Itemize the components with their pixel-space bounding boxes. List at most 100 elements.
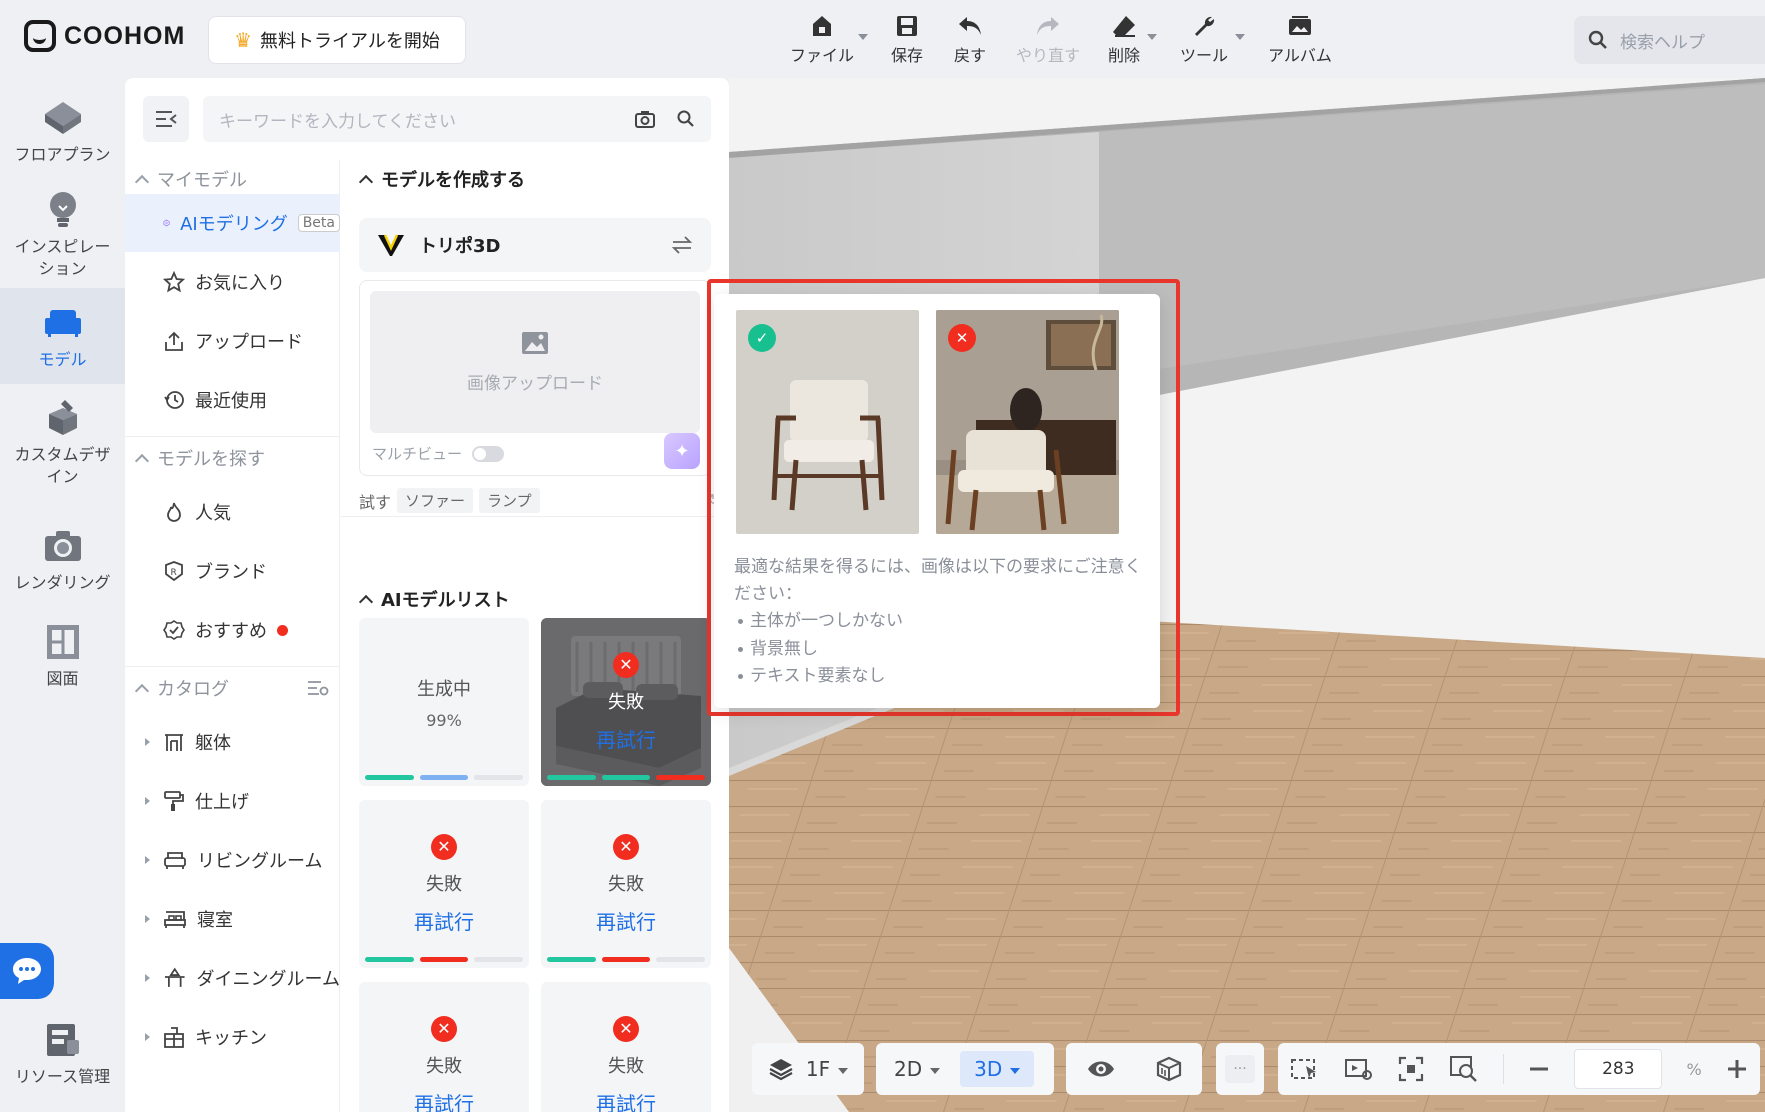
- mode-3d-button[interactable]: 3D: [960, 1051, 1035, 1087]
- retry-link[interactable]: 再試行: [596, 906, 656, 935]
- cat-item-recommended[interactable]: おすすめ: [125, 601, 340, 659]
- ai-model-card-failed[interactable]: ✕ 失敗 再試行: [541, 800, 711, 968]
- eye-icon[interactable]: [1086, 1059, 1116, 1079]
- my-models-section-header[interactable]: マイモデル: [134, 165, 247, 193]
- catalog-item-bedroom[interactable]: 寝室: [125, 890, 340, 948]
- error-icon: ✕: [431, 1015, 457, 1042]
- top-bar: COOHOM ♛ 無料トライアルを開始 ファイル 保存 戻す やり直す 削除 ツ…: [0, 0, 1765, 78]
- redo-label: やり直す: [1016, 46, 1081, 65]
- nav-model[interactable]: モデル: [0, 288, 125, 384]
- delete-button[interactable]: 削除: [1108, 10, 1140, 66]
- ai-model-card-generating[interactable]: 生成中 99%: [359, 618, 529, 786]
- catalog-item-dining-room[interactable]: ダイニングルーム: [125, 949, 340, 1007]
- start-trial-button[interactable]: ♛ 無料トライアルを開始: [208, 16, 466, 64]
- zoom-out-icon[interactable]: [1528, 1058, 1550, 1080]
- catalog-item-finishes[interactable]: 仕上げ: [125, 772, 340, 830]
- catalog-item-living-room[interactable]: リビングルーム: [125, 831, 340, 889]
- nav-custom-design[interactable]: カスタムデザイン: [0, 396, 125, 487]
- progress-bars: [547, 775, 706, 780]
- retry-link[interactable]: 再試行: [596, 724, 656, 753]
- cat-item-popular[interactable]: 人気: [125, 483, 340, 541]
- blueprint-icon: [41, 620, 85, 664]
- ai-generate-button[interactable]: ✦: [664, 433, 700, 469]
- nav-floorplan[interactable]: フロアプラン: [0, 96, 125, 166]
- catalog-filter-settings-icon[interactable]: [307, 679, 329, 697]
- cat-item-recent[interactable]: 最近使用: [125, 371, 340, 429]
- error-icon: ✕: [613, 833, 639, 860]
- catalog-section-header[interactable]: カタログ: [134, 674, 329, 702]
- cat-item-brand[interactable]: R ブランド: [125, 542, 340, 600]
- nav-rendering[interactable]: レンダリング: [0, 524, 125, 594]
- image-upload-card: 画像アップロード マルチビュー ✦: [359, 280, 711, 476]
- ai-model-card-failed[interactable]: ✕ 失敗 再試行: [359, 800, 529, 968]
- provider-selector[interactable]: トリポ3D: [359, 218, 711, 272]
- zoom-fit-icon[interactable]: [1449, 1055, 1479, 1083]
- retry-link[interactable]: 再試行: [596, 1088, 656, 1112]
- search-icon: [1588, 30, 1607, 49]
- tools-menu-button[interactable]: ツール: [1180, 10, 1228, 66]
- cat-item-upload[interactable]: アップロード: [125, 312, 340, 370]
- resources-icon: [41, 1018, 85, 1062]
- cube-view-icon[interactable]: [1156, 1056, 1182, 1082]
- switch-arrows-icon[interactable]: [671, 236, 693, 254]
- chat-bubble-icon: [13, 958, 41, 984]
- try-label: 試す: [359, 492, 392, 512]
- image-upload-dropzone[interactable]: 画像アップロード: [370, 291, 700, 433]
- svg-text:R: R: [171, 568, 177, 578]
- more-tools-button[interactable]: ···: [1216, 1043, 1264, 1095]
- catalog-item-kitchen[interactable]: キッチン: [125, 1008, 340, 1066]
- multiview-toggle[interactable]: [472, 445, 505, 462]
- chat-support-button[interactable]: [0, 943, 54, 999]
- redo-icon: [1033, 10, 1063, 42]
- progress-bars: [365, 957, 524, 962]
- coohom-logo[interactable]: COOHOM: [24, 20, 185, 52]
- nav-model-label: モデル: [38, 350, 87, 370]
- zoom-in-icon[interactable]: [1726, 1058, 1748, 1080]
- cat-item-favorites[interactable]: お気に入り: [125, 253, 340, 311]
- album-label: アルバム: [1268, 46, 1332, 65]
- try-examples-row: 試す ソファー ランプ: [359, 488, 540, 513]
- retry-link[interactable]: 再試行: [414, 1088, 474, 1112]
- search-icon[interactable]: [677, 110, 695, 128]
- mode-2d-button[interactable]: 2D: [884, 1051, 950, 1087]
- main-column: モデルを作成する トリポ3D 画像アップロード マルチビュー ✦ 試す ソファー: [341, 160, 729, 1112]
- try-chip-sofa[interactable]: ソファー: [397, 488, 474, 513]
- catalog-item-structure[interactable]: 躯体: [125, 713, 340, 771]
- view-settings-icon[interactable]: [1344, 1056, 1374, 1082]
- nav-resources[interactable]: リソース管理: [0, 1018, 125, 1088]
- file-menu-button[interactable]: ファイル: [790, 10, 854, 66]
- catalog-item-label: ダイニングルーム: [196, 969, 340, 990]
- redo-button[interactable]: やり直す: [1016, 10, 1080, 66]
- nav-drawing[interactable]: 図面: [0, 620, 125, 690]
- find-models-section-header[interactable]: モデルを探す: [134, 444, 265, 472]
- cat-item-ai-modeling[interactable]: AIモデリング Beta: [125, 194, 340, 252]
- failed-status: 失敗: [426, 873, 462, 895]
- ai-model-list-section-header[interactable]: AIモデルリスト: [358, 586, 510, 612]
- dining-table-icon: [164, 967, 185, 987]
- nav-inspiration[interactable]: インスピレーション: [0, 188, 125, 279]
- image-search-camera-icon[interactable]: [635, 110, 655, 128]
- crown-icon: ♛: [234, 28, 253, 52]
- try-chip-lamp[interactable]: ランプ: [479, 488, 540, 513]
- create-model-section-header[interactable]: モデルを作成する: [358, 166, 525, 192]
- ai-model-card-failed[interactable]: ✕ 失敗 再試行: [541, 982, 711, 1112]
- delete-dropdown-caret-icon[interactable]: [1147, 34, 1157, 40]
- retry-link[interactable]: 再試行: [414, 906, 474, 935]
- requirements-tips: 最適な結果を得るには、画像は以下の要求にご注意ください： 主体が一つしかない 背…: [734, 554, 1144, 690]
- ai-model-card-failed[interactable]: ✕ 失敗 再試行: [359, 982, 529, 1112]
- failed-status: 失敗: [608, 691, 644, 713]
- search-help-input[interactable]: 検索ヘルプ: [1574, 16, 1765, 64]
- focus-frame-icon[interactable]: [1398, 1056, 1424, 1082]
- undo-button[interactable]: 戻す: [954, 10, 986, 66]
- file-dropdown-caret-icon[interactable]: [858, 34, 868, 40]
- floor-selector[interactable]: 1F: [752, 1043, 864, 1095]
- sparkle-icon: ✦: [674, 440, 690, 462]
- model-search-input[interactable]: キーワードを入力してください: [203, 96, 711, 142]
- save-button[interactable]: 保存: [891, 10, 923, 66]
- zoom-input[interactable]: 283: [1574, 1049, 1663, 1089]
- collapse-panel-button[interactable]: [143, 96, 189, 142]
- select-area-icon[interactable]: [1290, 1056, 1320, 1082]
- tools-dropdown-caret-icon[interactable]: [1235, 34, 1245, 40]
- ai-model-card-failed[interactable]: ✕ 失敗 再試行: [541, 618, 711, 786]
- album-button[interactable]: アルバム: [1268, 10, 1332, 66]
